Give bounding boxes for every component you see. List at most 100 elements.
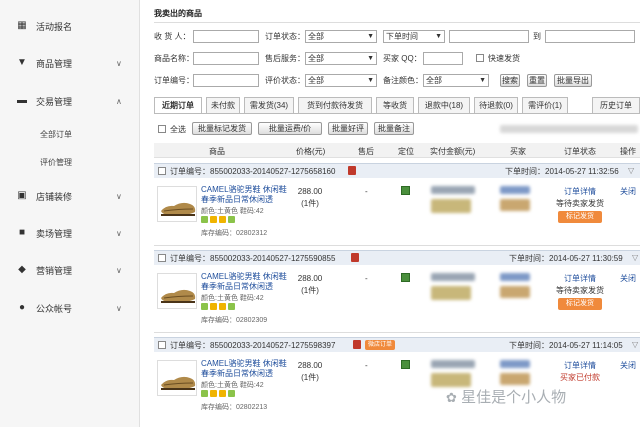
order-time: 下单时间：2014-05-27 11:32:56 <box>505 167 619 176</box>
badges <box>201 216 235 223</box>
weidian-order-tag: 微店订单 <box>365 340 396 350</box>
product-image[interactable] <box>157 273 197 309</box>
order-checkbox[interactable] <box>158 167 166 175</box>
chevron-down-icon: ▼ <box>435 33 442 40</box>
tab-to-ship[interactable]: 需发货(34) <box>244 97 294 113</box>
mark-ship-button[interactable]: 标记发货 <box>558 298 602 310</box>
close-order-link[interactable]: 关闭 <box>620 186 636 197</box>
search-button[interactable]: 搜索 <box>500 74 520 87</box>
order-checkbox[interactable] <box>158 341 166 349</box>
badges <box>201 303 235 310</box>
date-from-input[interactable] <box>449 30 529 43</box>
location-icon[interactable] <box>401 186 410 195</box>
date-to-input[interactable] <box>545 30 635 43</box>
product-name-label: 商品名称： <box>154 54 194 63</box>
buyer-blurred <box>500 186 530 194</box>
badge-icon <box>228 303 235 310</box>
main-panel: 我卖出的商品 收 货 人： 订单状态： 全部 ▼ 下单时间 ▼ 到 商品名称： 售后… <box>145 0 640 427</box>
stock-code: 库存编码：02802312 <box>201 230 268 237</box>
order-detail-link[interactable]: 订单详情 <box>553 186 607 197</box>
card-icon: ▬ <box>17 95 27 106</box>
after-sale-select[interactable]: 全部 ▼ <box>305 52 377 65</box>
chevron-up-icon: ∧ <box>116 96 122 106</box>
tab-recent[interactable]: 近期订单 <box>154 97 202 114</box>
product-title-link[interactable]: CAMEL骆驼男鞋 休闲鞋春季新品日常休闲透 <box>201 359 293 379</box>
product-image[interactable] <box>157 186 197 222</box>
order-no-input[interactable] <box>193 74 259 87</box>
watermark: ✿ 星佳是个小人物 <box>446 389 567 406</box>
user-icon: ● <box>18 302 26 313</box>
order-id: 订单编号：855002033-20140527-1275658160 <box>170 167 336 176</box>
tab-receiving[interactable]: 等收货 <box>376 97 414 113</box>
price: 288.00 <box>297 274 323 283</box>
tab-refunding[interactable]: 退款中(18) <box>418 97 470 113</box>
sidebar-item-products[interactable]: ▼ 商品管理 ∨ <box>0 51 140 75</box>
buyer-input[interactable] <box>193 30 259 43</box>
order-status-select[interactable]: 全部 ▼ <box>305 30 377 43</box>
close-order-link[interactable]: 关闭 <box>620 360 636 371</box>
reset-button[interactable]: 重置 <box>527 74 547 87</box>
sidebar-item-account[interactable]: ● 公众帐号 ∨ <box>0 296 140 320</box>
export-button[interactable]: 批量导出 <box>554 74 592 87</box>
product-image[interactable] <box>157 360 197 396</box>
sidebar-item-decoration[interactable]: ▣ 店铺装修 ∨ <box>0 184 140 208</box>
sidebar-item-market[interactable]: ■ 卖场管理 ∨ <box>0 221 140 245</box>
badge-icon <box>219 303 226 310</box>
filter-icon[interactable]: ▽ <box>632 253 638 262</box>
buyer-detail-blurred <box>500 286 530 298</box>
buyer-detail-blurred <box>500 199 530 211</box>
tab-history[interactable]: 历史订单 <box>592 97 640 113</box>
paid-detail-blurred <box>431 286 471 300</box>
filter-icon[interactable]: ▽ <box>632 340 638 349</box>
tab-to-review[interactable]: 需评价(1) <box>522 97 568 113</box>
close-order-link[interactable]: 关闭 <box>620 273 636 284</box>
order-detail-link[interactable]: 订单详情 <box>553 360 607 371</box>
paid-amount-blurred <box>431 360 475 368</box>
review-status-select[interactable]: 全部 ▼ <box>305 74 377 87</box>
grid-icon: ▦ <box>17 20 27 31</box>
aftersale-value: - <box>365 274 368 283</box>
sidebar-item-activity[interactable]: ▦ 活动报名 <box>0 14 140 38</box>
bulk-remark-button[interactable]: 批量备注 <box>374 122 414 135</box>
badge-icon <box>219 390 226 397</box>
buyer-qq-input[interactable] <box>423 52 463 65</box>
fast-ship-checkbox[interactable] <box>476 54 484 62</box>
note-color-select[interactable]: 全部 ▼ <box>423 74 489 87</box>
order-detail-link[interactable]: 订单详情 <box>553 273 607 284</box>
chevron-down-icon: ▼ <box>367 77 374 84</box>
after-sale-label: 售后服务： <box>265 54 305 63</box>
sidebar-item-trade[interactable]: ▬ 交易管理 ∧ <box>0 89 140 113</box>
location-icon[interactable] <box>401 360 410 369</box>
product-title-link[interactable]: CAMEL骆驼男鞋 休闲鞋春季新品日常休闲透 <box>201 272 293 292</box>
select-all-checkbox[interactable] <box>158 125 166 133</box>
bulk-good-review-button[interactable]: 批量好评 <box>328 122 368 135</box>
order-checkbox[interactable] <box>158 254 166 262</box>
tab-cod[interactable]: 货到付款待发货 <box>298 97 372 113</box>
buyer-qq-label: 买家 QQ： <box>383 54 422 63</box>
filter-icon[interactable]: ▽ <box>628 166 634 175</box>
sidebar-subitem-reviews[interactable]: 评价管理 <box>40 157 72 168</box>
tab-unpaid[interactable]: 未付款 <box>206 97 240 113</box>
product-name-input[interactable] <box>193 52 259 65</box>
col-action: 操作 <box>620 147 636 156</box>
mark-ship-button[interactable]: 标记发货 <box>558 211 602 223</box>
tab-to-refund[interactable]: 待退款(0) <box>474 97 518 113</box>
col-aftersale: 售后 <box>358 147 374 156</box>
bulk-freight-button[interactable]: 批量运费/价 <box>258 122 322 135</box>
badge-icon <box>201 216 208 223</box>
order-time-select[interactable]: 下单时间 ▼ <box>383 30 445 43</box>
order-id: 订单编号：855002033-20140527-1275590855 <box>170 254 336 263</box>
sidebar-item-marketing[interactable]: ◆ 营销管理 ∨ <box>0 258 140 282</box>
badges <box>201 390 235 397</box>
stock-code: 库存编码：02802309 <box>201 317 268 324</box>
order-status: 买家已付款 <box>560 373 600 382</box>
paid-detail-blurred <box>431 199 471 213</box>
product-title-link[interactable]: CAMEL骆驼男鞋 休闲鞋春季新品日常休闲透 <box>201 185 293 205</box>
order-header: 订单编号：855002033-20140527-1275658160 下单时间：… <box>154 163 640 178</box>
bulk-mark-ship-button[interactable]: 批量标记发货 <box>192 122 252 135</box>
sidebar-subitem-all-orders[interactable]: 全部订单 <box>40 129 72 140</box>
badge-icon <box>210 216 217 223</box>
location-icon[interactable] <box>401 273 410 282</box>
pagination-info <box>500 125 638 133</box>
badge-icon <box>219 216 226 223</box>
